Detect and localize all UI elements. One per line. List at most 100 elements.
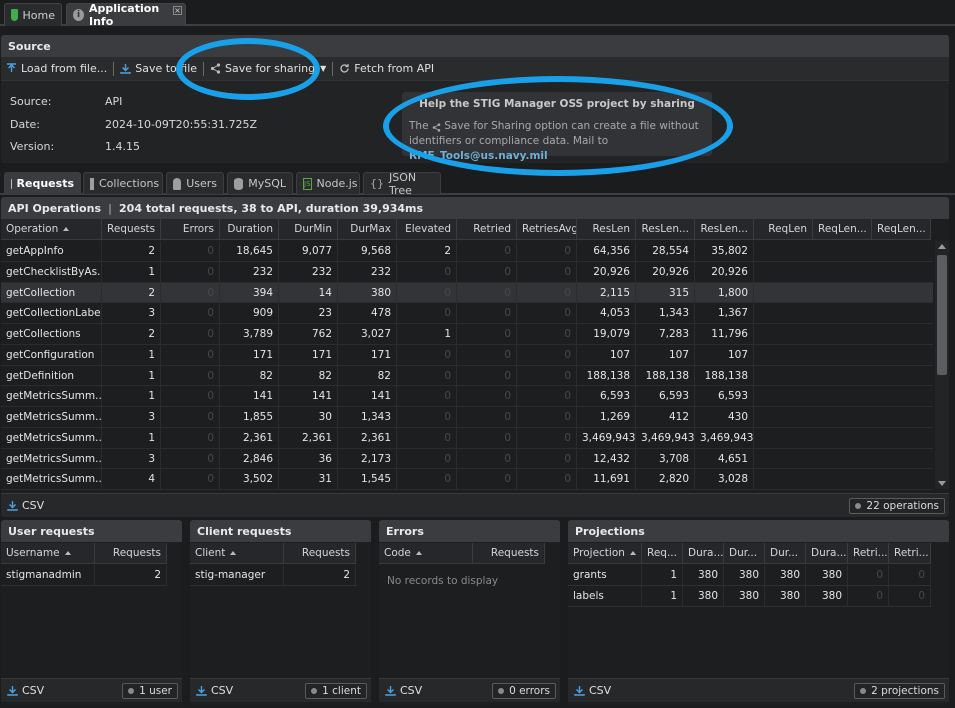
username-cell: stigmanadmin bbox=[1, 565, 95, 585]
table-row[interactable]: stigmanadmin 2 bbox=[1, 565, 167, 586]
table-row[interactable]: getMetricsSumm... 3 0 2,846 36 2,173 0 0 0 12,432… bbox=[1, 448, 933, 470]
column-header-requests[interactable]: Requests bbox=[102, 219, 161, 240]
column-header-requests[interactable]: Req... bbox=[642, 543, 683, 564]
tab-home[interactable]: Home bbox=[4, 3, 62, 26]
column-header-retries-avg[interactable]: Retri... bbox=[889, 543, 931, 564]
table-row[interactable]: getMetricsSumm... 4 0 3,502 31 1,545 0 0 0 11,691… bbox=[1, 469, 933, 490]
column-header-retries[interactable]: Retri... bbox=[848, 543, 889, 564]
column-header-durmin[interactable]: DurMin bbox=[279, 219, 338, 240]
column-header-duravg[interactable]: Dura... bbox=[806, 543, 848, 564]
tab-collections[interactable]: Collections bbox=[83, 172, 163, 194]
table-cell: 909 bbox=[220, 303, 279, 324]
table-row[interactable]: getCollection 2 0 394 14 380 0 0 0 2,115 315 1,800 bbox=[1, 282, 933, 304]
table-row[interactable]: getMetricsSumm... 1 0 141 141 141 0 0 0 6,593 6,59… bbox=[1, 386, 933, 407]
table-cell: 0 bbox=[517, 241, 577, 261]
table-row[interactable]: stig-manager 2 bbox=[190, 565, 356, 586]
scrollbar-thumb[interactable] bbox=[937, 255, 947, 375]
column-header-retriesavg[interactable]: RetriesAvg bbox=[517, 219, 577, 240]
table-row[interactable]: getAppInfo 2 0 18,645 9,077 9,568 2 0 0 64,356 28,… bbox=[1, 241, 933, 262]
column-header-reqlen[interactable]: ReqLen bbox=[754, 219, 813, 240]
column-header-username[interactable]: Username bbox=[1, 543, 95, 564]
tab-requests-label: Requests bbox=[16, 177, 74, 190]
fetch-from-api-button[interactable]: Fetch from API bbox=[334, 59, 439, 79]
column-header-retried[interactable]: Retried bbox=[457, 219, 517, 240]
column-header-reqlen-max[interactable]: ReqLen... bbox=[872, 219, 931, 240]
api-csv-button[interactable]: CSV bbox=[7, 499, 44, 512]
close-tab-icon[interactable]: × bbox=[173, 6, 182, 15]
client-csv-button[interactable]: CSV bbox=[196, 684, 233, 697]
table-cell: 1 bbox=[642, 586, 683, 606]
table-cell: 0 bbox=[457, 241, 517, 261]
table-cell: 3,469,943 bbox=[577, 427, 636, 448]
table-row[interactable]: getMetricsSumm... 3 0 1,855 30 1,343 0 0 0 1,269 4… bbox=[1, 407, 933, 428]
scroll-down-icon[interactable] bbox=[938, 481, 946, 486]
version-label: Version: bbox=[10, 140, 55, 153]
table-cell: 6,593 bbox=[636, 386, 695, 407]
column-header-code[interactable]: Code bbox=[379, 543, 473, 564]
table-cell: 0 bbox=[457, 282, 517, 303]
source-panel-title: Source bbox=[1, 35, 949, 57]
requests-cell: 2 bbox=[95, 565, 167, 585]
column-header-client[interactable]: Client bbox=[190, 543, 284, 564]
column-header-requests[interactable]: Requests bbox=[473, 543, 545, 564]
table-cell: 0 bbox=[397, 448, 457, 469]
column-header-duration[interactable]: Dura... bbox=[683, 543, 724, 564]
column-header-projection[interactable]: Projection bbox=[568, 543, 642, 564]
table-cell: 0 bbox=[457, 469, 517, 490]
load-from-file-button[interactable]: Load from file... bbox=[1, 59, 112, 79]
tab-json-tree[interactable]: {} JSON Tree bbox=[363, 171, 441, 197]
tab-mysql[interactable]: MySQL bbox=[227, 172, 293, 194]
table-row[interactable]: getCollections 2 0 3,789 762 3,027 1 0 0 19,079 7,… bbox=[1, 324, 933, 345]
table-cell: getMetricsSumm... bbox=[1, 386, 102, 407]
table-cell: 9,077 bbox=[279, 241, 338, 261]
table-row[interactable]: getChecklistByAs... 1 0 232 232 232 0 0 0 20,926 2… bbox=[1, 261, 933, 283]
errors-csv-button[interactable]: CSV bbox=[385, 684, 422, 697]
column-header-errors[interactable]: Errors bbox=[161, 219, 220, 240]
column-header-reslen-max[interactable]: ResLen... bbox=[695, 219, 754, 240]
table-cell: 28,554 bbox=[636, 241, 695, 261]
table-cell: 82 bbox=[279, 365, 338, 386]
table-cell: 3,028 bbox=[695, 469, 754, 490]
table-row[interactable]: labels 1 380 380 380 380 0 0 bbox=[568, 586, 931, 607]
column-header-reqlen-min[interactable]: ReqLen... bbox=[813, 219, 872, 240]
column-header-elevated[interactable]: Elevated bbox=[397, 219, 457, 240]
column-header-requests[interactable]: Requests bbox=[95, 543, 167, 564]
tab-application-info[interactable]: i Application Info × bbox=[66, 2, 186, 28]
table-row[interactable]: grants 1 380 380 380 380 0 0 bbox=[568, 565, 931, 586]
upload-icon bbox=[7, 63, 16, 72]
column-header-reslen-min[interactable]: ResLen... bbox=[636, 219, 695, 240]
sort-ascending-icon bbox=[64, 551, 71, 555]
count-dot-icon bbox=[860, 688, 867, 694]
user-requests-header: Username Requests bbox=[1, 543, 167, 564]
column-header-durmin[interactable]: Dur... bbox=[724, 543, 765, 564]
tab-users[interactable]: Users bbox=[166, 172, 224, 194]
highlight-oval-help-box bbox=[383, 76, 733, 176]
projections-csv-button[interactable]: CSV bbox=[574, 684, 611, 697]
table-cell: 171 bbox=[220, 344, 279, 365]
braces-icon: {} bbox=[370, 177, 384, 190]
table-row[interactable]: getDefinition 1 0 82 82 82 0 0 0 188,138 188,138 18… bbox=[1, 365, 933, 387]
table-cell: 0 bbox=[457, 261, 517, 282]
vertical-scrollbar[interactable] bbox=[935, 241, 949, 489]
column-header-operation[interactable]: Operation bbox=[1, 219, 102, 240]
column-header-durmax[interactable]: DurMax bbox=[338, 219, 397, 240]
column-header-requests[interactable]: Requests bbox=[284, 543, 356, 564]
table-cell: 82 bbox=[220, 365, 279, 386]
sort-ascending-icon bbox=[629, 551, 636, 555]
csv-label: CSV bbox=[400, 684, 423, 697]
table-cell: 2,115 bbox=[577, 282, 636, 303]
table-cell: 0 bbox=[457, 427, 517, 448]
table-row[interactable]: getMetricsSumm... 1 0 2,361 2,361 2,361 0 0 0 3,4… bbox=[1, 427, 933, 449]
column-header-duration[interactable]: Duration bbox=[220, 219, 279, 240]
column-header-durmax[interactable]: Dur... bbox=[765, 543, 806, 564]
table-cell: 0 bbox=[848, 586, 889, 606]
tab-nodejs[interactable]: JS Node.js bbox=[296, 172, 360, 194]
tab-requests[interactable]: Requests bbox=[4, 172, 81, 194]
user-csv-button[interactable]: CSV bbox=[7, 684, 44, 697]
table-cell: labels bbox=[568, 586, 642, 606]
table-row[interactable]: getConfiguration 1 0 171 171 171 0 0 0 107 107 107 bbox=[1, 344, 933, 366]
column-header-reslen[interactable]: ResLen bbox=[577, 219, 636, 240]
table-row[interactable]: getCollectionLabels 3 0 909 23 478 0 0 0 4,053 1,3… bbox=[1, 303, 933, 324]
table-cell: 0 bbox=[848, 565, 889, 585]
scroll-up-icon[interactable] bbox=[938, 244, 946, 249]
